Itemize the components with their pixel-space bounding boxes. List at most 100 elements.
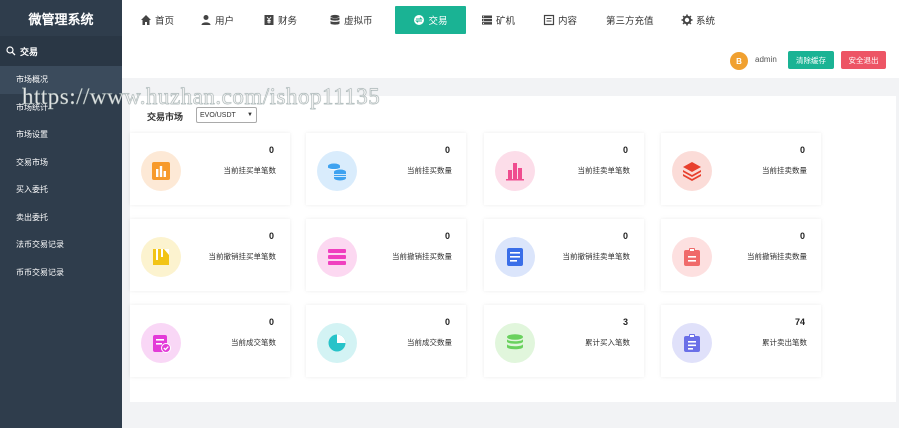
stat-icon-wrap — [495, 237, 535, 277]
stat-label: 当前撤销挂卖数量 — [747, 252, 807, 261]
stat-card: 74 累计卖出笔数 — [661, 305, 821, 377]
column-chart-icon — [506, 163, 524, 181]
nav-content-label: 内容 — [558, 16, 578, 27]
stat-card: 0 当前成交数量 — [306, 305, 466, 377]
stat-label: 当前成交笔数 — [231, 338, 276, 347]
stat-value: 0 — [622, 145, 628, 155]
stat-icon-wrap — [141, 323, 181, 363]
stat-value: 0 — [444, 317, 450, 327]
stat-value: 0 — [799, 145, 805, 155]
user-toolbar: B admin 清除缓存 安全退出 — [122, 40, 899, 78]
stat-icon-wrap — [317, 151, 357, 191]
market-label: 交易市场 — [147, 112, 184, 122]
nav-third-party-recharge[interactable]: 第三方充值 — [606, 6, 654, 34]
chevron-down-icon: ▼ — [247, 112, 253, 118]
stat-value: 74 — [794, 317, 805, 327]
app-title: 微管理系统 — [28, 11, 94, 27]
main-panel: 交易市场 EVO/USDT ▼ 0 当前挂买单笔数 0 当前挂买数量 0 当前挂… — [130, 96, 896, 402]
sidebar-item-buy-orders[interactable]: 买入委托 — [0, 176, 122, 204]
pie-chart-icon — [328, 334, 346, 352]
task-icon — [684, 334, 700, 352]
stat-value: 0 — [268, 231, 274, 241]
nav-users[interactable]: 用户 — [200, 6, 234, 34]
nav-system[interactable]: 系统 — [681, 6, 715, 34]
top-nav-bar: 首页 用户 财务 虚拟币 交易 矿机 内容 第三方充值 系统 — [122, 0, 899, 40]
stat-icon-wrap — [141, 237, 181, 277]
stat-icon-wrap — [141, 151, 181, 191]
stat-card: 3 累计买入笔数 — [484, 305, 644, 377]
stat-icon-wrap — [672, 323, 712, 363]
nav-virtual-coin[interactable]: 虚拟币 — [329, 6, 373, 34]
avatar-initial: B — [736, 56, 742, 66]
logout-button[interactable]: 安全退出 — [841, 51, 886, 69]
document-icon — [507, 248, 523, 266]
sidebar-item-sell-orders[interactable]: 卖出委托 — [0, 204, 122, 232]
content-icon — [543, 14, 555, 26]
clear-cache-button[interactable]: 清除缓存 — [788, 51, 834, 69]
nav-home-label: 首页 — [155, 16, 175, 27]
check-list-icon — [153, 335, 171, 353]
clipboard-icon — [684, 248, 700, 266]
stat-value: 0 — [268, 145, 274, 155]
nav-finance-label: 财务 — [278, 16, 298, 27]
stat-label: 当前撤销挂买数量 — [392, 252, 452, 261]
stat-icon-wrap — [317, 323, 357, 363]
nav-users-label: 用户 — [215, 16, 235, 27]
bar-chart-icon — [152, 162, 170, 180]
list-bars-icon — [328, 249, 346, 265]
nav-miner-label: 矿机 — [496, 16, 516, 27]
home-icon — [141, 15, 151, 25]
stat-icon-wrap — [672, 151, 712, 191]
sidebar-item-trade-market[interactable]: 交易市场 — [0, 149, 122, 177]
stat-card: 0 当前挂卖单笔数 — [484, 133, 644, 205]
search-icon — [6, 46, 16, 56]
sidebar: 微管理系统 交易 市场概况 市场统计 市场设置 交易市场 买入委托 卖出委托 法… — [0, 0, 122, 428]
stat-label: 当前挂卖数量 — [762, 166, 807, 175]
stat-card: 0 当前撤销挂买单笔数 — [130, 219, 290, 291]
nav-trade-label: 交易 — [428, 16, 448, 27]
database-icon — [330, 14, 340, 25]
sidebar-item-fiat-records[interactable]: 法币交易记录 — [0, 231, 122, 259]
coins-icon — [327, 163, 346, 181]
stat-label: 累计买入笔数 — [585, 338, 630, 347]
nav-miner[interactable]: 矿机 — [481, 6, 515, 34]
nav-trade[interactable]: 交易 — [395, 6, 466, 34]
stat-icon-wrap — [317, 237, 357, 277]
stat-label: 当前撤销挂卖单笔数 — [562, 252, 631, 261]
sidebar-item-market-settings[interactable]: 市场设置 — [0, 121, 122, 149]
stat-value: 0 — [622, 231, 628, 241]
market-select-value: EVO/USDT — [200, 111, 236, 119]
sidebar-section-trade[interactable]: 交易 — [0, 36, 122, 66]
watermark-text: https://www.huzhan.com/ishop11135 — [22, 84, 381, 109]
sidebar-item-coin-records[interactable]: 币币交易记录 — [0, 259, 122, 287]
stat-label: 累计卖出笔数 — [762, 338, 807, 347]
nav-virtual-coin-label: 虚拟币 — [344, 16, 373, 27]
stat-value: 0 — [799, 231, 805, 241]
nav-third-party-recharge-label: 第三方充值 — [606, 16, 654, 27]
nav-home[interactable]: 首页 — [140, 6, 174, 34]
stat-value: 3 — [622, 317, 628, 327]
flag-icon — [153, 249, 169, 265]
nav-finance[interactable]: 财务 — [263, 6, 297, 34]
stat-label: 当前撤销挂买单笔数 — [208, 252, 277, 261]
stat-icon-wrap — [495, 151, 535, 191]
layers-icon — [683, 162, 701, 181]
stat-label: 当前挂买数量 — [407, 166, 452, 175]
stack-icon — [507, 334, 523, 350]
stat-card: 0 当前挂卖数量 — [661, 133, 821, 205]
stat-card: 0 当前撤销挂卖单笔数 — [484, 219, 644, 291]
stat-label: 当前挂卖单笔数 — [577, 166, 631, 175]
stat-value: 0 — [268, 317, 274, 327]
nav-content[interactable]: 内容 — [543, 6, 577, 34]
avatar[interactable]: B — [730, 52, 748, 70]
stat-label: 当前成交数量 — [407, 338, 452, 347]
stat-card: 0 当前成交笔数 — [130, 305, 290, 377]
stat-value: 0 — [444, 231, 450, 241]
stat-card: 0 当前撤销挂卖数量 — [661, 219, 821, 291]
stat-label: 当前挂买单笔数 — [223, 166, 277, 175]
stat-card: 0 当前挂买数量 — [306, 133, 466, 205]
nav-system-label: 系统 — [696, 16, 716, 27]
username: admin — [755, 55, 777, 64]
finance-icon — [264, 15, 274, 25]
user-icon — [201, 15, 211, 25]
